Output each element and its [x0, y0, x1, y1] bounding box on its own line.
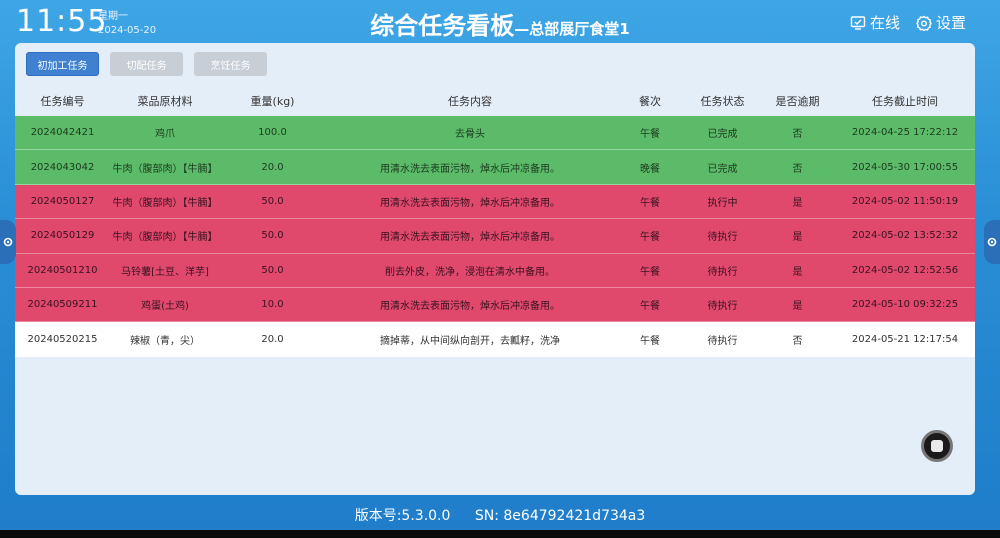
table-cell: 待执行 [707, 266, 738, 278]
table-cell: 2024050127 [30, 195, 95, 207]
table-cell: 20240509211 [27, 299, 98, 311]
table-cell: 2024042421 [30, 127, 95, 139]
table-body: 2024042421 鸡爪 100.0 去骨头 午餐 已完成否 2024-04-25 17:… [15, 116, 975, 357]
table-cell: 午餐 [640, 232, 660, 244]
table-cell: 午餐 [640, 197, 660, 209]
table-cell: 马铃薯[土豆、洋芋] [121, 266, 209, 278]
table-cell: 20.0 [261, 333, 284, 345]
settings-label: 设置 [935, 14, 966, 32]
task-tabs: 初加工任务 切配任务 烹饪任务 [26, 52, 267, 76]
table-cell: 2024-05-30 17:00:55 [851, 161, 959, 173]
column-header: 任务内容 [448, 95, 492, 108]
column-header: 菜品原材料 [137, 95, 193, 108]
table-cell: 用清水洗去表面污物，焯水后冲凉备用。 [380, 232, 560, 244]
monitor-check-icon [850, 15, 866, 30]
table-cell: 20.0 [261, 161, 284, 173]
table-row[interactable]: 20240509211 鸡蛋(土鸡) 10.0 用清水洗去表面污物，焯水后冲凉备用。 午… [15, 287, 975, 323]
table-cell: 是 [792, 197, 803, 209]
table-row[interactable]: 2024042421 鸡爪 100.0 去骨头 午餐 已完成 否 2024-04-25 17:… [15, 116, 975, 151]
table-cell: 午餐 [640, 335, 660, 347]
table-cell: 50.0 [261, 264, 284, 276]
table-cell: 午餐 [640, 129, 660, 141]
table-row[interactable]: 20240501210 马铃薯[土豆、洋芋] 50.0 削去外皮，洗净，浸泡在清水中备… [15, 253, 975, 288]
table-cell: 摘掉蒂，从中间纵向剖开，去瓤籽，洗净 [380, 335, 560, 347]
left-drawer-handle[interactable] [0, 220, 16, 264]
title-sub: —总部展厅食堂1 [514, 20, 630, 38]
column-header: 任务截止时间 [872, 95, 938, 108]
table-cell: 否 [792, 129, 803, 141]
right-drawer-handle[interactable] [984, 220, 1000, 264]
table-cell: 10.0 [261, 299, 284, 311]
app-screen: 11:55 星期一 2024-05-20 综合任务看板—总部展厅食堂1 在线 设… [0, 0, 1000, 530]
table-cell: 午餐 [640, 301, 660, 313]
table-cell: 午餐 [640, 266, 660, 278]
tab-cooking[interactable]: 烹饪任务 [194, 52, 267, 76]
table-cell: 牛肉（腹部肉）【牛腩】 [112, 163, 218, 175]
table-cell: 牛肉（腹部肉）【牛腩】 [112, 232, 218, 244]
table-cell: 鸡爪 [155, 129, 175, 141]
table-cell: 已完成 [707, 163, 738, 175]
footer: 版本号:5.3.0.0 SN: 8e64792421d734a3 [0, 505, 1000, 525]
table-cell: 已完成 [707, 129, 738, 141]
table-cell: 待执行 [707, 301, 738, 313]
table-cell: 待执行 [707, 335, 738, 347]
table-cell: 2024043042 [30, 161, 95, 173]
table-cell: 50.0 [261, 195, 284, 207]
stop-icon [931, 440, 943, 452]
serial-number: SN: 8e64792421d734a3 [474, 508, 646, 524]
version-label: 版本号:5.3.0.0 [354, 508, 451, 524]
table-cell: 是 [792, 266, 803, 278]
floating-stop-button[interactable] [921, 430, 953, 462]
table-cell: 用清水洗去表面污物，焯水后冲凉备用。 [380, 197, 560, 209]
table-cell: 2024-05-21 12:17:54 [851, 333, 959, 345]
column-header: 重量(kg) [250, 95, 295, 108]
top-right-actions: 在线 设置 [850, 12, 966, 33]
table-cell: 否 [792, 163, 803, 175]
online-status-button[interactable]: 在线 [850, 12, 900, 33]
table-cell: 100.0 [258, 127, 287, 139]
table-cell: 待执行 [707, 232, 738, 244]
settings-button[interactable]: 设置 [916, 12, 966, 33]
column-header: 餐次 [639, 95, 661, 108]
table-row[interactable]: 2024043042 牛肉（腹部肉）【牛腩】 20.0 用清水洗去表面污物，焯水后冲凉… [15, 150, 975, 185]
table-cell: 是 [792, 301, 803, 313]
gear-icon [987, 237, 997, 247]
taskbar-strip [0, 530, 1000, 538]
table-cell: 2024-04-25 17:22:12 [851, 127, 959, 139]
table-header: 任务编号 菜品原材料 重量(kg) 任务内容 餐次 任务状态 是否逾期 任务截止… [15, 87, 975, 115]
table-cell: 用清水洗去表面污物，焯水后冲凉备用。 [380, 301, 560, 313]
online-label: 在线 [869, 14, 900, 32]
table-cell: 晚餐 [640, 163, 660, 175]
column-header: 任务编号 [40, 95, 85, 108]
table-cell: 削去外皮，洗净，浸泡在清水中备用。 [385, 266, 555, 278]
table-row[interactable]: 20240520215 辣椒（青，尖） 20.0 摘掉蒂，从中间纵向剖开，去瓤籽，洗净… [15, 322, 975, 357]
table-cell: 20240501210 [27, 264, 98, 276]
table-cell: 2024-05-10 09:32:25 [851, 299, 959, 311]
table-row[interactable]: 2024050129 牛肉（腹部肉）【牛腩】 50.0 用清水洗去表面污物，焯水后冲凉… [15, 219, 975, 254]
table-row[interactable]: 2024050127 牛肉（腹部肉）【牛腩】 50.0 用清水洗去表面污物，焯水后冲凉… [15, 184, 975, 220]
table-cell: 去骨头 [455, 129, 485, 141]
column-header: 是否逾期 [775, 95, 820, 108]
tab-preprocessing[interactable]: 初加工任务 [26, 52, 99, 76]
table-cell: 是 [792, 232, 803, 244]
table-cell: 20240520215 [27, 333, 98, 345]
table-cell: 50.0 [261, 230, 284, 242]
gear-icon [3, 237, 13, 247]
title-main: 综合任务看板 [370, 11, 515, 40]
table-cell: 用清水洗去表面污物，焯水后冲凉备用。 [380, 163, 560, 175]
table-cell: 执行中 [707, 197, 738, 209]
table-cell: 辣椒（青，尖） [130, 335, 200, 347]
gear-icon [916, 15, 932, 31]
table-cell: 2024050129 [30, 230, 95, 242]
table-cell: 否 [792, 335, 803, 347]
table-cell: 鸡蛋(土鸡) [141, 301, 189, 313]
table-cell: 2024-05-02 12:52:56 [851, 264, 959, 276]
column-header: 任务状态 [700, 95, 745, 108]
table-cell: 牛肉（腹部肉）【牛腩】 [112, 197, 218, 209]
task-panel: 初加工任务 切配任务 烹饪任务 任务编号 菜品原材料 重量(kg) 任务内容 餐… [15, 43, 975, 495]
table-cell: 2024-05-02 13:52:32 [851, 230, 959, 242]
tab-cutting[interactable]: 切配任务 [110, 52, 183, 76]
table-cell: 2024-05-02 11:50:19 [851, 195, 959, 207]
